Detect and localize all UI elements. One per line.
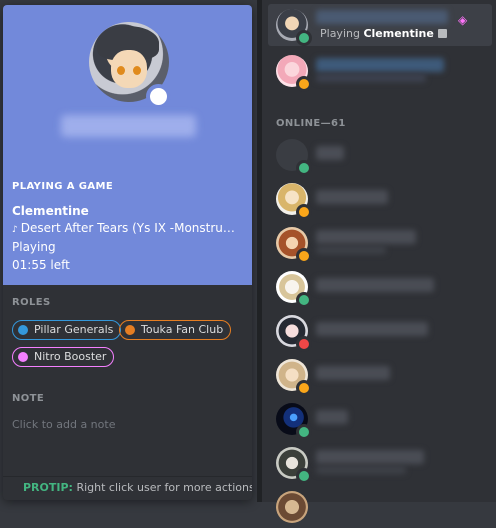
status-online-indicator — [296, 30, 312, 46]
member-activity: Playing Clementine — [320, 27, 447, 40]
member-name-redacted — [316, 450, 424, 464]
role-color-dot — [125, 325, 135, 335]
member-name-redacted — [316, 58, 444, 72]
role-label: Touka Fan Club — [141, 323, 224, 336]
member-row-selected[interactable]: Playing Clementine ◈ — [268, 4, 492, 46]
member-row[interactable] — [268, 266, 492, 308]
user-profile-popout: PLAYING A GAME Clementine ♪ Desert After … — [3, 5, 252, 500]
protip-text: Right click user for more actions — [72, 481, 252, 494]
member-row[interactable] — [268, 134, 492, 176]
member-row[interactable] — [268, 222, 492, 264]
status-online-indicator — [296, 468, 312, 484]
role-pill[interactable]: Pillar Generals — [12, 320, 122, 340]
member-activity-redacted — [316, 246, 386, 254]
activity-prefix: Playing — [320, 27, 364, 40]
member-row[interactable] — [268, 178, 492, 220]
status-idle-indicator — [296, 204, 312, 220]
member-name-redacted — [316, 190, 388, 204]
protip-label: PROTIP: — [23, 481, 73, 494]
member-list[interactable]: Playing Clementine ◈ ONLINE—61 — [262, 0, 496, 523]
protip-footer: PROTIP: Right click user for more action… — [3, 476, 252, 500]
role-label: Nitro Booster — [34, 350, 107, 363]
status-online-indicator — [296, 424, 312, 440]
status-idle-indicator — [296, 380, 312, 396]
member-row[interactable] — [268, 354, 492, 396]
status-online-indicator — [296, 160, 312, 176]
activity-time-left: 01:55 left — [12, 258, 70, 272]
rich-presence-icon — [437, 29, 447, 38]
member-row[interactable] — [268, 442, 492, 484]
status-online-indicator — [296, 292, 312, 308]
member-name-redacted — [316, 366, 390, 380]
activity-state: Playing — [12, 240, 56, 254]
member-activity-redacted — [316, 74, 426, 82]
member-name-redacted — [316, 146, 344, 160]
activity-details: ♪Desert After Tears (Ys IX -Monstrum Nox… — [12, 221, 244, 235]
member-row[interactable] — [268, 310, 492, 352]
member-avatar — [276, 491, 308, 523]
member-row[interactable] — [268, 486, 492, 528]
member-name-redacted — [316, 10, 448, 24]
activity-game: Clementine — [363, 27, 434, 40]
member-name-redacted — [316, 322, 428, 336]
member-row[interactable] — [268, 398, 492, 440]
role-color-dot — [18, 352, 28, 362]
roles-header: ROLES — [12, 297, 51, 308]
status-idle-indicator — [296, 248, 312, 264]
profile-status-indicator — [146, 84, 171, 109]
status-dnd-indicator — [296, 336, 312, 352]
online-group-header: ONLINE—61 — [276, 118, 346, 129]
music-note-icon: ♪ — [12, 225, 18, 235]
role-label: Pillar Generals — [34, 323, 114, 336]
role-pill[interactable]: Touka Fan Club — [119, 320, 232, 340]
status-idle-indicator — [296, 76, 312, 92]
role-pill[interactable]: Nitro Booster — [12, 347, 115, 367]
activity-game-name: Clementine — [12, 204, 89, 218]
role-color-dot — [18, 325, 28, 335]
profile-username-redacted — [61, 115, 196, 137]
member-row[interactable] — [268, 50, 492, 92]
note-header: NOTE — [12, 393, 45, 404]
playing-header: PLAYING A GAME — [12, 181, 114, 192]
member-activity-redacted — [316, 466, 406, 474]
activity-details-text: Desert After Tears (Ys IX -Monstrum Nox-… — [20, 221, 244, 235]
member-name-redacted — [316, 230, 416, 244]
profile-header: PLAYING A GAME Clementine ♪ Desert After … — [3, 5, 252, 285]
member-name-redacted — [316, 278, 434, 292]
nitro-boost-icon: ◈ — [458, 13, 468, 27]
member-name-redacted — [316, 410, 348, 424]
note-input[interactable]: Click to add a note — [12, 418, 115, 431]
